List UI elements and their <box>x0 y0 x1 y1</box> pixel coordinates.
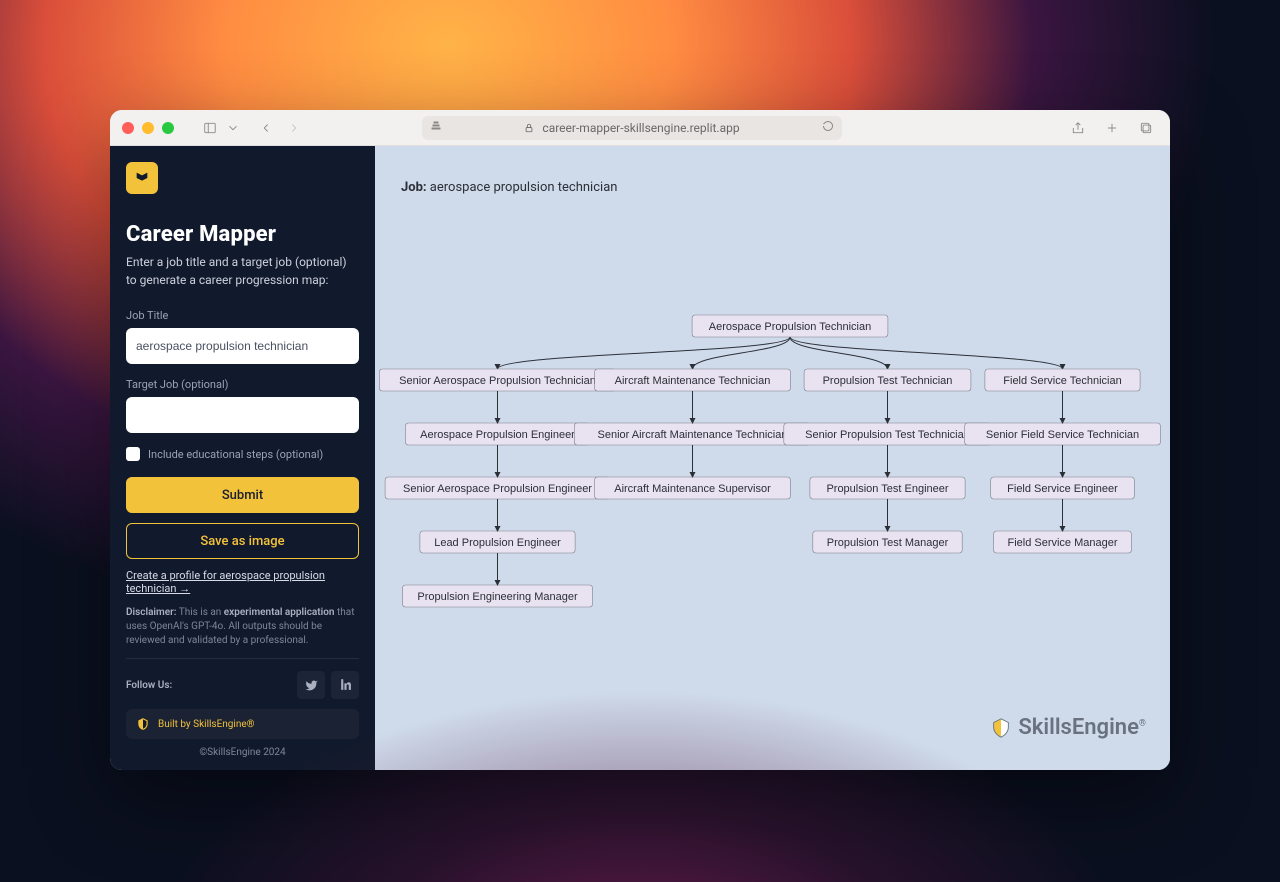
svg-text:Aircraft Maintenance Superviso: Aircraft Maintenance Supervisor <box>614 483 771 495</box>
twitter-icon[interactable] <box>297 671 325 699</box>
diagram-node: Senior Aerospace Propulsion Technician <box>379 369 615 391</box>
diagram-node: Senior Aircraft Maintenance Technician <box>574 423 810 445</box>
svg-text:Senior Aircraft Maintenance Te: Senior Aircraft Maintenance Technician <box>598 429 788 441</box>
svg-text:Senior Field Service Technicia: Senior Field Service Technician <box>986 429 1139 441</box>
maximize-window-button[interactable] <box>162 122 174 134</box>
svg-text:Aircraft Maintenance Technicia: Aircraft Maintenance Technician <box>615 375 771 387</box>
browser-titlebar: career-mapper-skillsengine.replit.app <box>110 110 1170 146</box>
svg-text:Field Service Manager: Field Service Manager <box>1007 537 1117 549</box>
shield-icon <box>136 717 150 731</box>
diagram-node: Field Service Engineer <box>991 477 1135 499</box>
copyright-text: ©SkillsEngine 2024 <box>126 747 359 758</box>
diagram-node: Field Service Manager <box>994 531 1132 553</box>
diagram-node: Senior Aerospace Propulsion Engineer <box>385 477 610 499</box>
job-title-input[interactable] <box>126 328 359 364</box>
close-window-button[interactable] <box>122 122 134 134</box>
diagram-node: Propulsion Test Manager <box>813 531 962 553</box>
shield-logo-icon <box>990 717 1012 739</box>
app-title: Career Mapper <box>126 222 359 247</box>
svg-text:Senior Aerospace Propulsion Te: Senior Aerospace Propulsion Technician <box>399 375 596 387</box>
diagram-node: Senior Propulsion Test Technician <box>784 423 991 445</box>
sidebar-toggle-button[interactable] <box>198 117 222 139</box>
svg-text:Propulsion Test Manager: Propulsion Test Manager <box>827 537 949 549</box>
create-profile-link[interactable]: Create a profile for aerospace propulsio… <box>126 569 359 595</box>
app-description: Enter a job title and a target job (opti… <box>126 253 359 289</box>
target-job-label: Target Job (optional) <box>126 378 359 391</box>
svg-text:Field Service Technician: Field Service Technician <box>1003 375 1121 387</box>
svg-text:Lead Propulsion Engineer: Lead Propulsion Engineer <box>434 537 561 549</box>
new-tab-button[interactable] <box>1100 117 1124 139</box>
save-as-image-button[interactable]: Save as image <box>126 523 359 559</box>
submit-button[interactable]: Submit <box>126 477 359 513</box>
include-educational-checkbox[interactable] <box>126 447 140 461</box>
svg-text:Field Service Engineer: Field Service Engineer <box>1007 483 1118 495</box>
built-by-badge[interactable]: Built by SkillsEngine® <box>126 709 359 739</box>
diagram-node: Field Service Technician <box>985 369 1140 391</box>
svg-text:Aerospace Propulsion Technicia: Aerospace Propulsion Technician <box>709 321 871 333</box>
follow-us-label: Follow Us: <box>126 680 172 691</box>
diagram-node: Propulsion Engineering Manager <box>403 585 593 607</box>
diagram-node: Senior Field Service Technician <box>965 423 1161 445</box>
traffic-lights <box>122 122 174 134</box>
back-button[interactable] <box>254 117 278 139</box>
browser-window: career-mapper-skillsengine.replit.app Ca… <box>110 110 1170 770</box>
diagram-root: Aerospace Propulsion Technician <box>692 315 888 337</box>
app-logo <box>126 162 158 194</box>
svg-text:Propulsion Test Technician: Propulsion Test Technician <box>823 375 953 387</box>
share-button[interactable] <box>1066 117 1090 139</box>
disclaimer-text: Disclaimer: This is an experimental appl… <box>126 606 359 648</box>
main-canvas: Job: aerospace propulsion technician Aer… <box>375 146 1170 770</box>
svg-text:Aerospace Propulsion Engineer: Aerospace Propulsion Engineer <box>420 429 575 441</box>
dropdown-chevron-icon[interactable] <box>226 117 240 139</box>
linkedin-icon[interactable] <box>331 671 359 699</box>
minimize-window-button[interactable] <box>142 122 154 134</box>
diagram-node: Aircraft Maintenance Supervisor <box>595 477 791 499</box>
job-title-label: Job Title <box>126 309 359 322</box>
refresh-button[interactable] <box>822 120 834 135</box>
svg-text:Senior Propulsion Test Technic: Senior Propulsion Test Technician <box>805 429 970 441</box>
diagram-node: Aerospace Propulsion Engineer <box>405 423 589 445</box>
job-header: Job: aerospace propulsion technician <box>401 180 617 195</box>
address-bar[interactable]: career-mapper-skillsengine.replit.app <box>422 116 842 140</box>
svg-text:Propulsion Engineering Manager: Propulsion Engineering Manager <box>417 591 578 603</box>
diagram-node: Propulsion Test Technician <box>804 369 971 391</box>
career-diagram: Aerospace Propulsion Technician Senior Ae… <box>397 314 1148 654</box>
target-job-input[interactable] <box>126 397 359 433</box>
url-text: career-mapper-skillsengine.replit.app <box>542 121 739 135</box>
diagram-node: Lead Propulsion Engineer <box>420 531 575 553</box>
include-educational-label: Include educational steps (optional) <box>148 448 323 461</box>
lock-icon <box>524 123 534 133</box>
site-settings-icon[interactable] <box>430 120 442 135</box>
svg-text:Propulsion Test Engineer: Propulsion Test Engineer <box>826 483 948 495</box>
tabs-overview-button[interactable] <box>1134 117 1158 139</box>
app-sidebar: Career Mapper Enter a job title and a ta… <box>110 146 375 770</box>
diagram-node: Propulsion Test Engineer <box>810 477 965 499</box>
diagram-node: Aircraft Maintenance Technician <box>595 369 791 391</box>
svg-text:Senior Aerospace Propulsion En: Senior Aerospace Propulsion Engineer <box>403 483 592 495</box>
forward-button[interactable] <box>282 117 306 139</box>
skillsengine-logo: SkillsEngine® <box>990 715 1146 740</box>
